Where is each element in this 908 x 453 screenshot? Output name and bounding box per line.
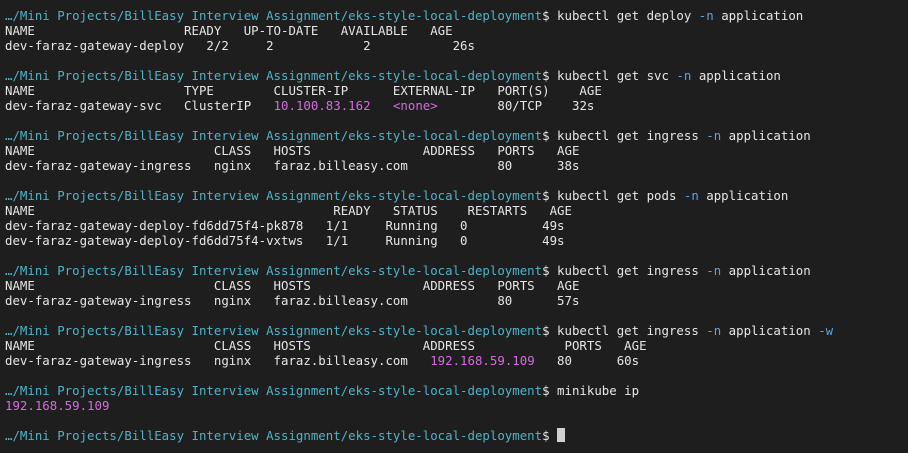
row-text bbox=[371, 98, 393, 113]
prompt-line: …/Mini Projects/BillEasy Interview Assig… bbox=[5, 383, 908, 398]
prompt-path: …/Mini Projects/BillEasy Interview Assig… bbox=[5, 128, 543, 143]
output-header: NAME CLASS HOSTS ADDRESS PORTS AGE bbox=[5, 278, 580, 293]
ip-address: 192.168.59.109 bbox=[5, 398, 110, 413]
ip-address: 10.100.83.162 bbox=[273, 98, 371, 113]
command-text: kubectl get pods bbox=[557, 188, 677, 203]
row-text: 80/TCP 32s bbox=[437, 98, 595, 113]
command-text: kubectl get ingress bbox=[557, 323, 699, 338]
row-text: dev-faraz-gateway-ingress nginx faraz.bi… bbox=[5, 353, 431, 368]
command-flag: -n bbox=[698, 8, 714, 23]
prompt-path: …/Mini Projects/BillEasy Interview Assig… bbox=[5, 188, 543, 203]
output-row: dev-faraz-gateway-ingress nginx faraz.bi… bbox=[5, 353, 908, 368]
prompt-symbol: $ bbox=[542, 383, 550, 398]
command-text: kubectl get ingress bbox=[557, 263, 699, 278]
prompt-symbol: $ bbox=[542, 428, 550, 443]
command-arg: application bbox=[698, 68, 781, 83]
row-text: dev-faraz-gateway-deploy-fd6dd75f4-vxtws… bbox=[5, 233, 565, 248]
output-row: dev-faraz-gateway-ingress nginx faraz.bi… bbox=[5, 158, 908, 173]
none-tag: <none> bbox=[392, 98, 438, 113]
terminal-window[interactable]: …/Mini Projects/BillEasy Interview Assig… bbox=[0, 0, 908, 453]
prompt-symbol: $ bbox=[542, 128, 550, 143]
prompt-line: …/Mini Projects/BillEasy Interview Assig… bbox=[5, 128, 908, 143]
row-text: dev-faraz-gateway-ingress nginx faraz.bi… bbox=[5, 158, 580, 173]
command-text: kubectl get deploy bbox=[557, 8, 692, 23]
row-text: 80 60s bbox=[534, 353, 640, 368]
prompt-line: …/Mini Projects/BillEasy Interview Assig… bbox=[5, 263, 908, 278]
output-header: NAME CLASS HOSTS ADDRESS PORTS AGE bbox=[5, 143, 580, 158]
cursor-block[interactable] bbox=[557, 428, 566, 442]
output-row: dev-faraz-gateway-deploy-fd6dd75f4-pk878… bbox=[5, 218, 908, 233]
command-flag: -n bbox=[676, 68, 692, 83]
command-arg: application bbox=[728, 323, 811, 338]
prompt-symbol: $ bbox=[542, 68, 550, 83]
prompt-line: …/Mini Projects/BillEasy Interview Assig… bbox=[5, 68, 908, 83]
prompt-line: …/Mini Projects/BillEasy Interview Assig… bbox=[5, 188, 908, 203]
command-arg: application bbox=[728, 263, 811, 278]
command-flag: -n bbox=[706, 323, 722, 338]
prompt-path: …/Mini Projects/BillEasy Interview Assig… bbox=[5, 68, 543, 83]
row-text: dev-faraz-gateway-deploy-fd6dd75f4-pk878… bbox=[5, 218, 565, 233]
command-text: minikube ip bbox=[557, 383, 640, 398]
prompt-path: …/Mini Projects/BillEasy Interview Assig… bbox=[5, 263, 543, 278]
prompt-symbol: $ bbox=[542, 263, 550, 278]
output-row: dev-faraz-gateway-deploy 2/2 2 2 26s bbox=[5, 38, 908, 53]
prompt-line: …/Mini Projects/BillEasy Interview Assig… bbox=[5, 428, 908, 443]
output-header: NAME CLASS HOSTS ADDRESS PORTS AGE bbox=[5, 338, 647, 353]
output-header: NAME TYPE CLUSTER-IP EXTERNAL-IP PORT(S)… bbox=[5, 83, 602, 98]
ip-address: 192.168.59.109 bbox=[430, 353, 535, 368]
prompt-symbol: $ bbox=[542, 188, 550, 203]
command-text: kubectl get svc bbox=[557, 68, 669, 83]
command-flag: -n bbox=[706, 128, 722, 143]
output-row: dev-faraz-gateway-ingress nginx faraz.bi… bbox=[5, 293, 908, 308]
command-arg: application bbox=[728, 128, 811, 143]
output-row: dev-faraz-gateway-deploy-fd6dd75f4-vxtws… bbox=[5, 233, 908, 248]
command-flag: -n bbox=[683, 188, 699, 203]
prompt-symbol: $ bbox=[542, 323, 550, 338]
command-arg: application bbox=[721, 8, 804, 23]
output-row: 192.168.59.109 bbox=[5, 398, 908, 413]
command-arg: application bbox=[706, 188, 789, 203]
prompt-path: …/Mini Projects/BillEasy Interview Assig… bbox=[5, 323, 543, 338]
command-text: kubectl get ingress bbox=[557, 128, 699, 143]
prompt-line: …/Mini Projects/BillEasy Interview Assig… bbox=[5, 323, 908, 338]
output-header: NAME READY STATUS RESTARTS AGE bbox=[5, 203, 572, 218]
prompt-line: …/Mini Projects/BillEasy Interview Assig… bbox=[5, 8, 908, 23]
command-flag: -n bbox=[706, 263, 722, 278]
prompt-path: …/Mini Projects/BillEasy Interview Assig… bbox=[5, 383, 543, 398]
row-text: dev-faraz-gateway-svc ClusterIP bbox=[5, 98, 274, 113]
prompt-symbol: $ bbox=[542, 8, 550, 23]
prompt-path: …/Mini Projects/BillEasy Interview Assig… bbox=[5, 8, 543, 23]
output-header: NAME READY UP-TO-DATE AVAILABLE AGE bbox=[5, 23, 453, 38]
row-text: dev-faraz-gateway-deploy 2/2 2 2 26s bbox=[5, 38, 475, 53]
prompt-path: …/Mini Projects/BillEasy Interview Assig… bbox=[5, 428, 543, 443]
row-text: dev-faraz-gateway-ingress nginx faraz.bi… bbox=[5, 293, 580, 308]
command-flag: -w bbox=[818, 323, 834, 338]
output-row: dev-faraz-gateway-svc ClusterIP 10.100.8… bbox=[5, 98, 908, 113]
